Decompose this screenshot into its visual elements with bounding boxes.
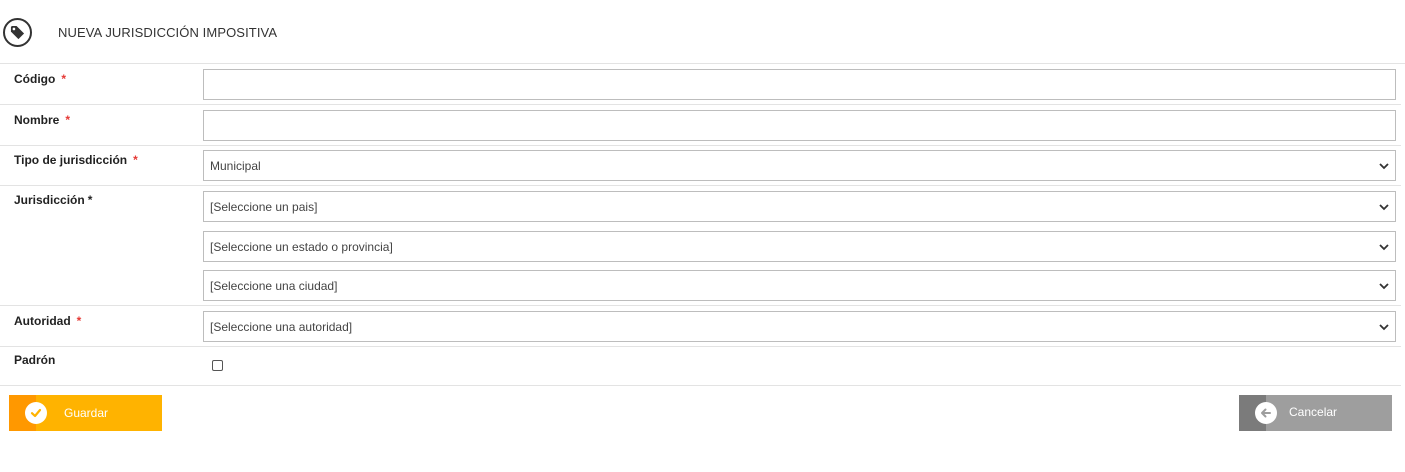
padron-label: Padrón [14, 353, 56, 367]
check-icon [25, 402, 47, 424]
codigo-label: Código * [14, 72, 66, 86]
tag-icon [3, 18, 32, 47]
pais-select[interactable]: [Seleccione un pais] [203, 191, 1396, 222]
padron-row: Padrón [0, 347, 1401, 386]
autoridad-label: Autoridad * [14, 314, 82, 328]
nombre-label: Nombre * [14, 113, 71, 127]
tipo-label: Tipo de jurisdicción * [14, 153, 138, 167]
required-mark: * [87, 193, 93, 207]
cancel-button[interactable]: Cancelar [1239, 395, 1392, 431]
codigo-input[interactable] [203, 69, 1396, 100]
chevron-down-icon [1379, 324, 1389, 331]
pais-selected: [Seleccione un pais] [210, 200, 318, 214]
jurisdiccion-row: Jurisdicción * [Seleccione un pais] [Sele… [0, 186, 1401, 306]
required-mark: * [61, 72, 66, 86]
required-mark: * [65, 113, 71, 127]
save-label: Guardar [64, 406, 109, 420]
chevron-down-icon [1379, 244, 1389, 251]
estado-selected: [Seleccione un estado o provincia] [210, 240, 393, 254]
autoridad-select[interactable]: [Seleccione una autoridad] [203, 311, 1396, 342]
autoridad-row: Autoridad * [Seleccione una autoridad] [0, 306, 1401, 347]
autoridad-selected: [Seleccione una autoridad] [210, 320, 353, 334]
nombre-row: Nombre * [0, 105, 1401, 146]
tipo-selected: Municipal [210, 159, 261, 173]
tipo-select[interactable]: Municipal [203, 150, 1396, 181]
chevron-down-icon [1379, 163, 1389, 170]
chevron-down-icon [1379, 204, 1389, 211]
padron-checkbox[interactable] [212, 360, 223, 371]
estado-select[interactable]: [Seleccione un estado o provincia] [203, 231, 1396, 262]
required-mark: * [133, 153, 138, 167]
tipo-row: Tipo de jurisdicción * Municipal [0, 146, 1401, 186]
chevron-down-icon [1379, 283, 1389, 290]
cancel-label: Cancelar [1289, 405, 1338, 419]
page-title: NUEVA JURISDICCIÓN IMPOSITIVA [58, 25, 278, 40]
codigo-row: Código * [0, 64, 1401, 105]
nombre-input[interactable] [203, 110, 1396, 141]
page-header: NUEVA JURISDICCIÓN IMPOSITIVA [0, 0, 1405, 64]
arrow-left-icon [1255, 402, 1277, 424]
ciudad-select[interactable]: [Seleccione una ciudad] [203, 270, 1396, 301]
jurisdiccion-label: Jurisdicción * [14, 193, 93, 207]
save-button[interactable]: Guardar [9, 395, 162, 431]
ciudad-selected: [Seleccione una ciudad] [210, 279, 338, 293]
required-mark: * [76, 314, 82, 328]
